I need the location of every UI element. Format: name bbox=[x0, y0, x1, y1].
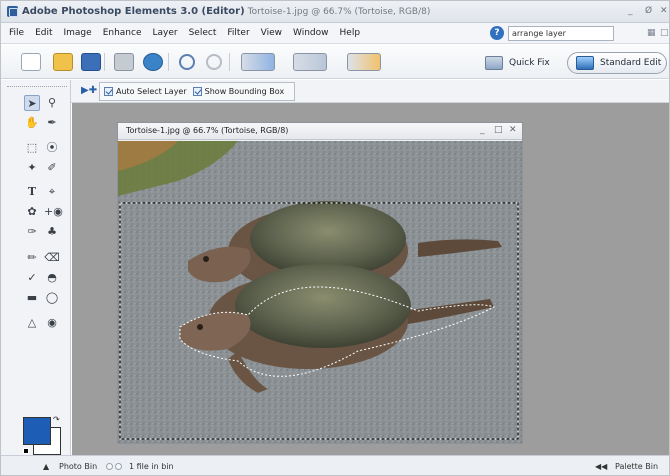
auto-select-layer-label: Auto Select Layer bbox=[116, 87, 187, 96]
photo-bin-label[interactable]: Photo Bin bbox=[59, 462, 97, 471]
healing-brush-tool-icon[interactable]: ✑ bbox=[24, 224, 40, 240]
zoom-tool-icon[interactable]: ⚲ bbox=[44, 95, 60, 111]
toolbox-grip[interactable] bbox=[7, 86, 67, 87]
minimize-window-button[interactable]: _ bbox=[628, 6, 633, 16]
title-doc-name: Tortoise-1.jpg @ 66.7% (Tortoise, RGB/8) bbox=[247, 6, 431, 17]
standard-edit-icon bbox=[576, 56, 594, 70]
foreground-color-swatch[interactable] bbox=[23, 417, 51, 445]
undo-icon[interactable] bbox=[179, 54, 195, 70]
brush-tool-icon[interactable]: ✓ bbox=[24, 270, 40, 286]
shape-tool-icon[interactable]: ◯ bbox=[44, 290, 60, 306]
shortcut-separator bbox=[168, 53, 169, 71]
status-bar: ▲ Photo Bin 1 file in bin ◀◀ Palette Bin bbox=[1, 455, 669, 475]
cookie-cutter-tool-icon[interactable]: ✿ bbox=[24, 204, 40, 220]
app-logo-icon bbox=[7, 6, 18, 17]
hand-tool-icon[interactable]: ✋ bbox=[24, 115, 40, 131]
quick-fix-button[interactable]: Quick Fix bbox=[485, 53, 563, 73]
swap-colors-icon[interactable]: ↷ bbox=[53, 415, 60, 424]
palette-bin-label[interactable]: Palette Bin bbox=[615, 462, 658, 471]
auto-select-layer-checkbox[interactable]: Auto Select Layer bbox=[104, 87, 187, 96]
toolbox: ➤ ⚲ ✋ ✒ ⬚ ⦿ ✦ ✐ T ⌖ ✿ +◉ ✑ ♣ ✏ ⌫ ✓ ◓ ▬ ◯… bbox=[1, 80, 71, 464]
eyedropper-tool-icon[interactable]: ✒ bbox=[44, 115, 60, 131]
app-title: Adobe Photoshop Elements 3.0 (Editor) bbox=[22, 6, 245, 17]
title-bar: Adobe Photoshop Elements 3.0 (Editor) To… bbox=[1, 1, 669, 23]
checkbox-checked-icon bbox=[192, 87, 202, 96]
menu-filter[interactable]: Filter bbox=[227, 28, 249, 38]
shortcut-separator bbox=[229, 53, 230, 71]
magic-wand-tool-icon[interactable]: ✦ bbox=[24, 160, 40, 176]
selection-brush-tool-icon[interactable]: ✐ bbox=[44, 160, 60, 176]
menu-window[interactable]: Window bbox=[293, 28, 329, 38]
restore-window-button[interactable]: Ø bbox=[645, 6, 652, 16]
doc-maximize-button[interactable]: □ bbox=[494, 125, 503, 135]
move-tool-icon[interactable]: ➤ bbox=[24, 95, 40, 111]
expand-photo-bin-icon[interactable]: ▲ bbox=[43, 462, 49, 471]
save-icon[interactable] bbox=[81, 53, 101, 71]
print-icon[interactable] bbox=[114, 53, 134, 71]
document-window[interactable]: Tortoise-1.jpg @ 66.7% (Tortoise, RGB/8)… bbox=[117, 122, 523, 444]
shortcut-separator bbox=[104, 53, 105, 71]
redo-icon[interactable] bbox=[206, 54, 222, 70]
new-icon[interactable] bbox=[21, 53, 41, 71]
files-in-bin-count: 1 file in bin bbox=[129, 462, 174, 471]
app-window: Adobe Photoshop Elements 3.0 (Editor) To… bbox=[0, 0, 670, 476]
menu-edit[interactable]: Edit bbox=[35, 28, 52, 38]
marquee-tool-icon[interactable]: ⬚ bbox=[24, 140, 40, 156]
menu-select[interactable]: Select bbox=[189, 28, 217, 38]
crop-tool-icon[interactable]: ⌖ bbox=[44, 184, 60, 200]
paint-bucket-tool-icon[interactable]: ◓ bbox=[44, 270, 60, 286]
quick-fix-icon bbox=[485, 56, 503, 70]
pencil-tool-icon[interactable]: ✏ bbox=[24, 250, 40, 266]
menu-help[interactable]: Help bbox=[340, 28, 361, 38]
help-icon[interactable]: ? bbox=[490, 26, 504, 40]
menu-view[interactable]: View bbox=[261, 28, 282, 38]
quick-fix-label: Quick Fix bbox=[509, 58, 550, 68]
close-window-button[interactable]: ✕ bbox=[660, 6, 668, 16]
palette-grid-icon[interactable]: ▦ bbox=[647, 28, 656, 38]
red-eye-tool-icon[interactable]: +◉ bbox=[44, 204, 63, 220]
show-bounding-box-checkbox[interactable]: Show Bounding Box bbox=[192, 87, 285, 96]
create-icon[interactable] bbox=[347, 53, 381, 71]
doc-minimize-button[interactable]: _ bbox=[480, 125, 485, 135]
menu-layer[interactable]: Layer bbox=[153, 28, 178, 38]
eraser-tool-icon[interactable]: ⌫ bbox=[44, 250, 60, 266]
online-services-icon[interactable] bbox=[143, 53, 163, 71]
clone-stamp-tool-icon[interactable]: ♣ bbox=[44, 224, 60, 240]
show-bounding-box-label: Show Bounding Box bbox=[204, 87, 285, 96]
palette-bin-arrow-icon[interactable]: ◀◀ bbox=[595, 462, 607, 471]
menu-image[interactable]: Image bbox=[64, 28, 92, 38]
photo-browser-icon[interactable] bbox=[241, 53, 275, 71]
menu-enhance[interactable]: Enhance bbox=[103, 28, 142, 38]
bin-nav-icon[interactable] bbox=[105, 462, 123, 471]
checkbox-checked-icon bbox=[104, 87, 113, 96]
document-title-bar[interactable]: Tortoise-1.jpg @ 66.7% (Tortoise, RGB/8)… bbox=[118, 123, 522, 140]
help-search-input[interactable] bbox=[508, 26, 614, 41]
standard-edit-label: Standard Edit bbox=[600, 58, 662, 68]
move-options-group: Auto Select Layer Show Bounding Box bbox=[99, 82, 296, 101]
image-canvas[interactable] bbox=[118, 141, 522, 443]
doc-close-button[interactable]: ✕ bbox=[509, 125, 517, 135]
document-title: Tortoise-1.jpg @ 66.7% (Tortoise, RGB/8) bbox=[126, 126, 289, 135]
tortoise-photo bbox=[118, 141, 522, 443]
file-browser-icon[interactable] bbox=[293, 53, 327, 71]
default-colors-icon[interactable] bbox=[23, 448, 29, 454]
open-icon[interactable] bbox=[53, 53, 73, 71]
panel-toggle-icon[interactable]: □ bbox=[660, 28, 669, 38]
gradient-tool-icon[interactable]: ▬ bbox=[24, 290, 40, 306]
sponge-tool-icon[interactable]: ◉ bbox=[44, 315, 60, 331]
lasso-tool-icon[interactable]: ⦿ bbox=[44, 140, 60, 156]
standard-edit-button[interactable]: Standard Edit bbox=[567, 52, 667, 74]
blur-tool-icon[interactable]: △ bbox=[24, 315, 40, 331]
move-tool-option-icon: ▶✚ bbox=[81, 85, 98, 96]
type-tool-icon[interactable]: T bbox=[24, 184, 40, 200]
menu-file[interactable]: File bbox=[9, 28, 24, 38]
